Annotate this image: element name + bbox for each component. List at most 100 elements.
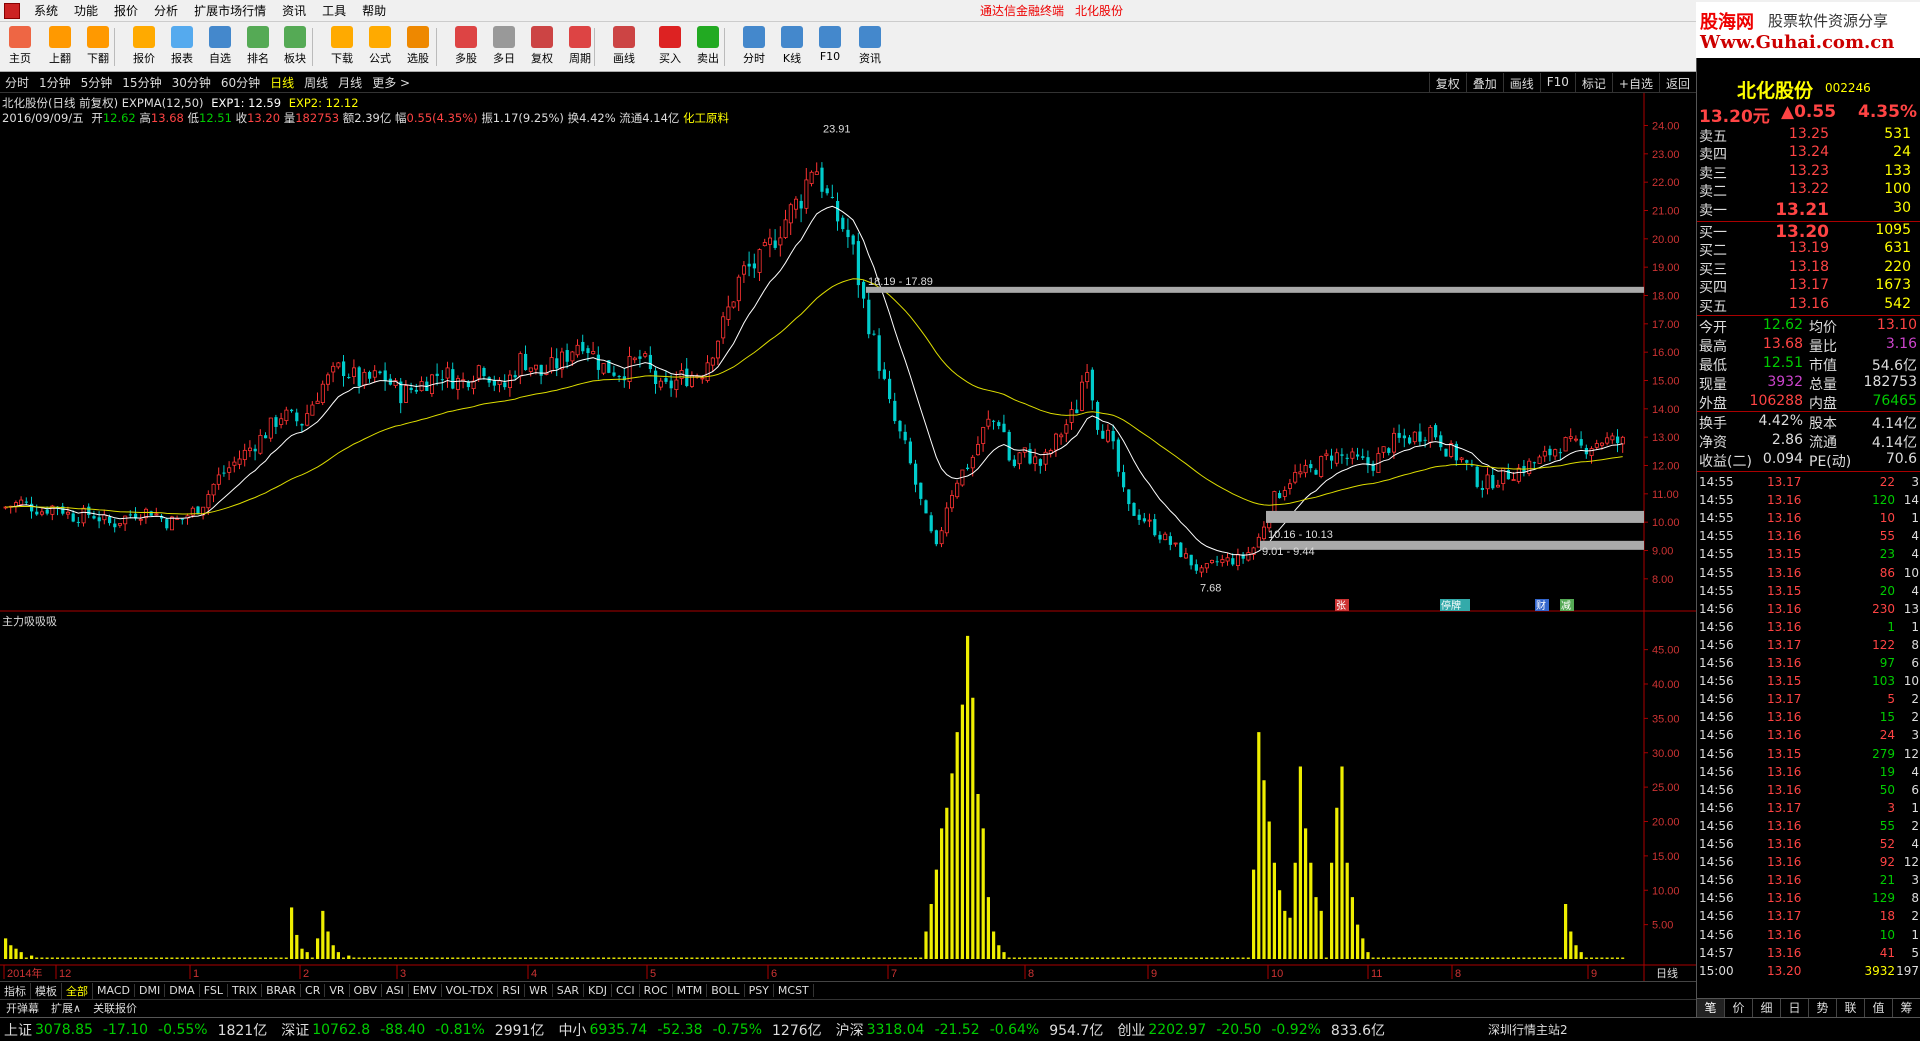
indicator-tab[interactable]: CCI: [612, 984, 640, 997]
ask-row[interactable]: 卖三 13.23 133: [1697, 163, 1920, 182]
bid-row[interactable]: 买二 13.19 631: [1697, 240, 1920, 259]
toolbar-button-report[interactable]: 报表: [164, 25, 200, 69]
period-tab[interactable]: 30分钟: [167, 74, 216, 91]
toolbar-button-rank[interactable]: 排名: [240, 25, 276, 69]
indicator-tab[interactable]: VR: [325, 984, 350, 997]
index-name[interactable]: 上证: [4, 1020, 32, 1040]
ask-row[interactable]: 卖五 13.25 531: [1697, 126, 1920, 145]
toolbar-button-multi-day[interactable]: 多日: [486, 25, 522, 69]
index-name[interactable]: 深证: [281, 1020, 309, 1040]
event-marker[interactable]: 减: [1561, 600, 1571, 612]
bid-row[interactable]: 买三 13.18 220: [1697, 259, 1920, 278]
index-name[interactable]: 中小: [558, 1020, 586, 1040]
toolbar-button-news[interactable]: 资讯: [852, 25, 888, 69]
indicator-tab[interactable]: CR: [301, 984, 326, 997]
toolbar-button-arrow-up[interactable]: 上翻: [42, 25, 78, 69]
quote-panel-tab[interactable]: 价: [1725, 999, 1753, 1017]
toolbar-button-multi-stock[interactable]: 多股: [448, 25, 484, 69]
ask-row[interactable]: 卖二 13.22 100: [1697, 181, 1920, 200]
indicator-tab[interactable]: WR: [525, 984, 553, 997]
period-tab[interactable]: 1分钟: [34, 74, 76, 91]
chart-tool-button[interactable]: F10: [1539, 73, 1575, 92]
quote-panel-tab[interactable]: 细: [1753, 999, 1781, 1017]
toolbar-button-arrow-down[interactable]: 下翻: [80, 25, 116, 69]
quote-panel-tab[interactable]: 笔: [1697, 999, 1725, 1017]
toolbar-button-draw-line[interactable]: 画线: [606, 25, 642, 69]
chart-tool-button[interactable]: 标记: [1574, 73, 1612, 92]
menu-item-analysis[interactable]: 分析: [146, 2, 186, 19]
indicator-tab[interactable]: 全部: [62, 982, 93, 999]
indicator-tab[interactable]: ROC: [640, 984, 673, 997]
indicator-tab[interactable]: BOLL: [707, 984, 745, 997]
toolbar-button-formula[interactable]: 公式: [362, 25, 398, 69]
quote-panel-tab[interactable]: 联: [1837, 999, 1865, 1017]
menu-item-extended-market[interactable]: 扩展市场行情: [186, 2, 274, 19]
indicator-tab[interactable]: FSL: [200, 984, 228, 997]
indicator-tab[interactable]: PSY: [745, 984, 774, 997]
indicator-tab[interactable]: ASI: [382, 984, 409, 997]
bid-row[interactable]: 买一 13.20 1095: [1697, 222, 1920, 242]
indicator-tab[interactable]: KDJ: [584, 984, 612, 997]
index-name[interactable]: 沪深: [836, 1020, 864, 1040]
toolbar-button-download[interactable]: 下载: [324, 25, 360, 69]
period-tab[interactable]: 5分钟: [76, 74, 118, 91]
toolbar-button-sector[interactable]: 板块: [277, 25, 313, 69]
period-tab[interactable]: 周线: [299, 74, 333, 91]
toolbar-button-f10[interactable]: F10: [812, 25, 848, 69]
bid-row[interactable]: 买四 13.17 1673: [1697, 277, 1920, 296]
toolbar-button-home[interactable]: 主页: [2, 25, 38, 69]
indicator-tab[interactable]: MTM: [673, 984, 708, 997]
menu-item-system[interactable]: 系统: [26, 2, 66, 19]
period-tab[interactable]: 60分钟: [216, 74, 265, 91]
indicator-tab[interactable]: DMA: [165, 984, 200, 997]
indicator-tab[interactable]: TRIX: [228, 984, 263, 997]
indicator-tab[interactable]: DMI: [135, 984, 166, 997]
menu-item-quote[interactable]: 报价: [106, 2, 146, 19]
toolbar-button-intraday[interactable]: 分时: [736, 25, 772, 69]
menu-item-news[interactable]: 资讯: [274, 2, 314, 19]
bid-row[interactable]: 买五 13.16 542: [1697, 296, 1920, 315]
chart-tool-button[interactable]: 复权: [1428, 73, 1466, 92]
menu-item-function[interactable]: 功能: [66, 2, 106, 19]
indicator-tab[interactable]: 模板: [31, 982, 62, 999]
menu-item-tools[interactable]: 工具: [314, 2, 354, 19]
ask-row[interactable]: 卖四 13.24 24: [1697, 144, 1920, 163]
quote-panel-tab[interactable]: 筹: [1893, 999, 1920, 1017]
chart-tool-button[interactable]: +自选: [1611, 73, 1659, 92]
indicator-tab[interactable]: SAR: [553, 984, 585, 997]
indicator-tab[interactable]: RSI: [498, 984, 526, 997]
period-tab[interactable]: 分时: [0, 74, 34, 91]
toolbar-button-stock-picker[interactable]: 选股: [400, 25, 436, 69]
ask-row[interactable]: 卖一 13.21 30: [1697, 200, 1920, 220]
period-tab[interactable]: 15分钟: [117, 74, 166, 91]
function-button[interactable]: 关联报价: [87, 1000, 143, 1016]
indicator-tab[interactable]: BRAR: [262, 984, 302, 997]
chart-tool-button[interactable]: 画线: [1502, 73, 1540, 92]
toolbar-button-adjust[interactable]: 复权: [524, 25, 560, 69]
function-button[interactable]: 开弹幕: [0, 1000, 45, 1016]
indicator-tab[interactable]: 指标: [0, 982, 31, 999]
event-marker[interactable]: 财: [1536, 599, 1546, 612]
toolbar-button-favorites[interactable]: 自选: [202, 25, 238, 69]
quote-panel-tab[interactable]: 值: [1865, 999, 1893, 1017]
toolbar-button-sell[interactable]: 卖出: [690, 25, 726, 69]
toolbar-button-period[interactable]: 周期: [562, 25, 598, 69]
server-site[interactable]: 深圳行情主站2: [1488, 1021, 1568, 1038]
kline-chart[interactable]: 24.0023.0022.0021.0020.0019.0018.0017.00…: [0, 93, 1696, 981]
indicator-tab[interactable]: VOL-TDX: [442, 984, 499, 997]
period-tab[interactable]: 日线: [265, 74, 299, 91]
event-marker[interactable]: 张: [1336, 600, 1346, 612]
index-name[interactable]: 创业: [1117, 1020, 1145, 1040]
indicator-tab[interactable]: OBV: [350, 984, 382, 997]
chart-tool-button[interactable]: 返回: [1658, 73, 1696, 92]
function-button[interactable]: 扩展∧: [45, 1000, 87, 1016]
toolbar-button-kline[interactable]: K线: [774, 25, 810, 69]
event-marker[interactable]: 停牌: [1441, 599, 1461, 612]
indicator-tab[interactable]: MACD: [93, 984, 135, 997]
quote-panel-tab[interactable]: 势: [1809, 999, 1837, 1017]
menu-item-help[interactable]: 帮助: [354, 2, 394, 19]
period-tab[interactable]: 更多 >: [367, 74, 415, 91]
indicator-tab[interactable]: EMV: [409, 984, 442, 997]
quote-panel-tab[interactable]: 日: [1781, 999, 1809, 1017]
period-tab[interactable]: 月线: [333, 74, 367, 91]
